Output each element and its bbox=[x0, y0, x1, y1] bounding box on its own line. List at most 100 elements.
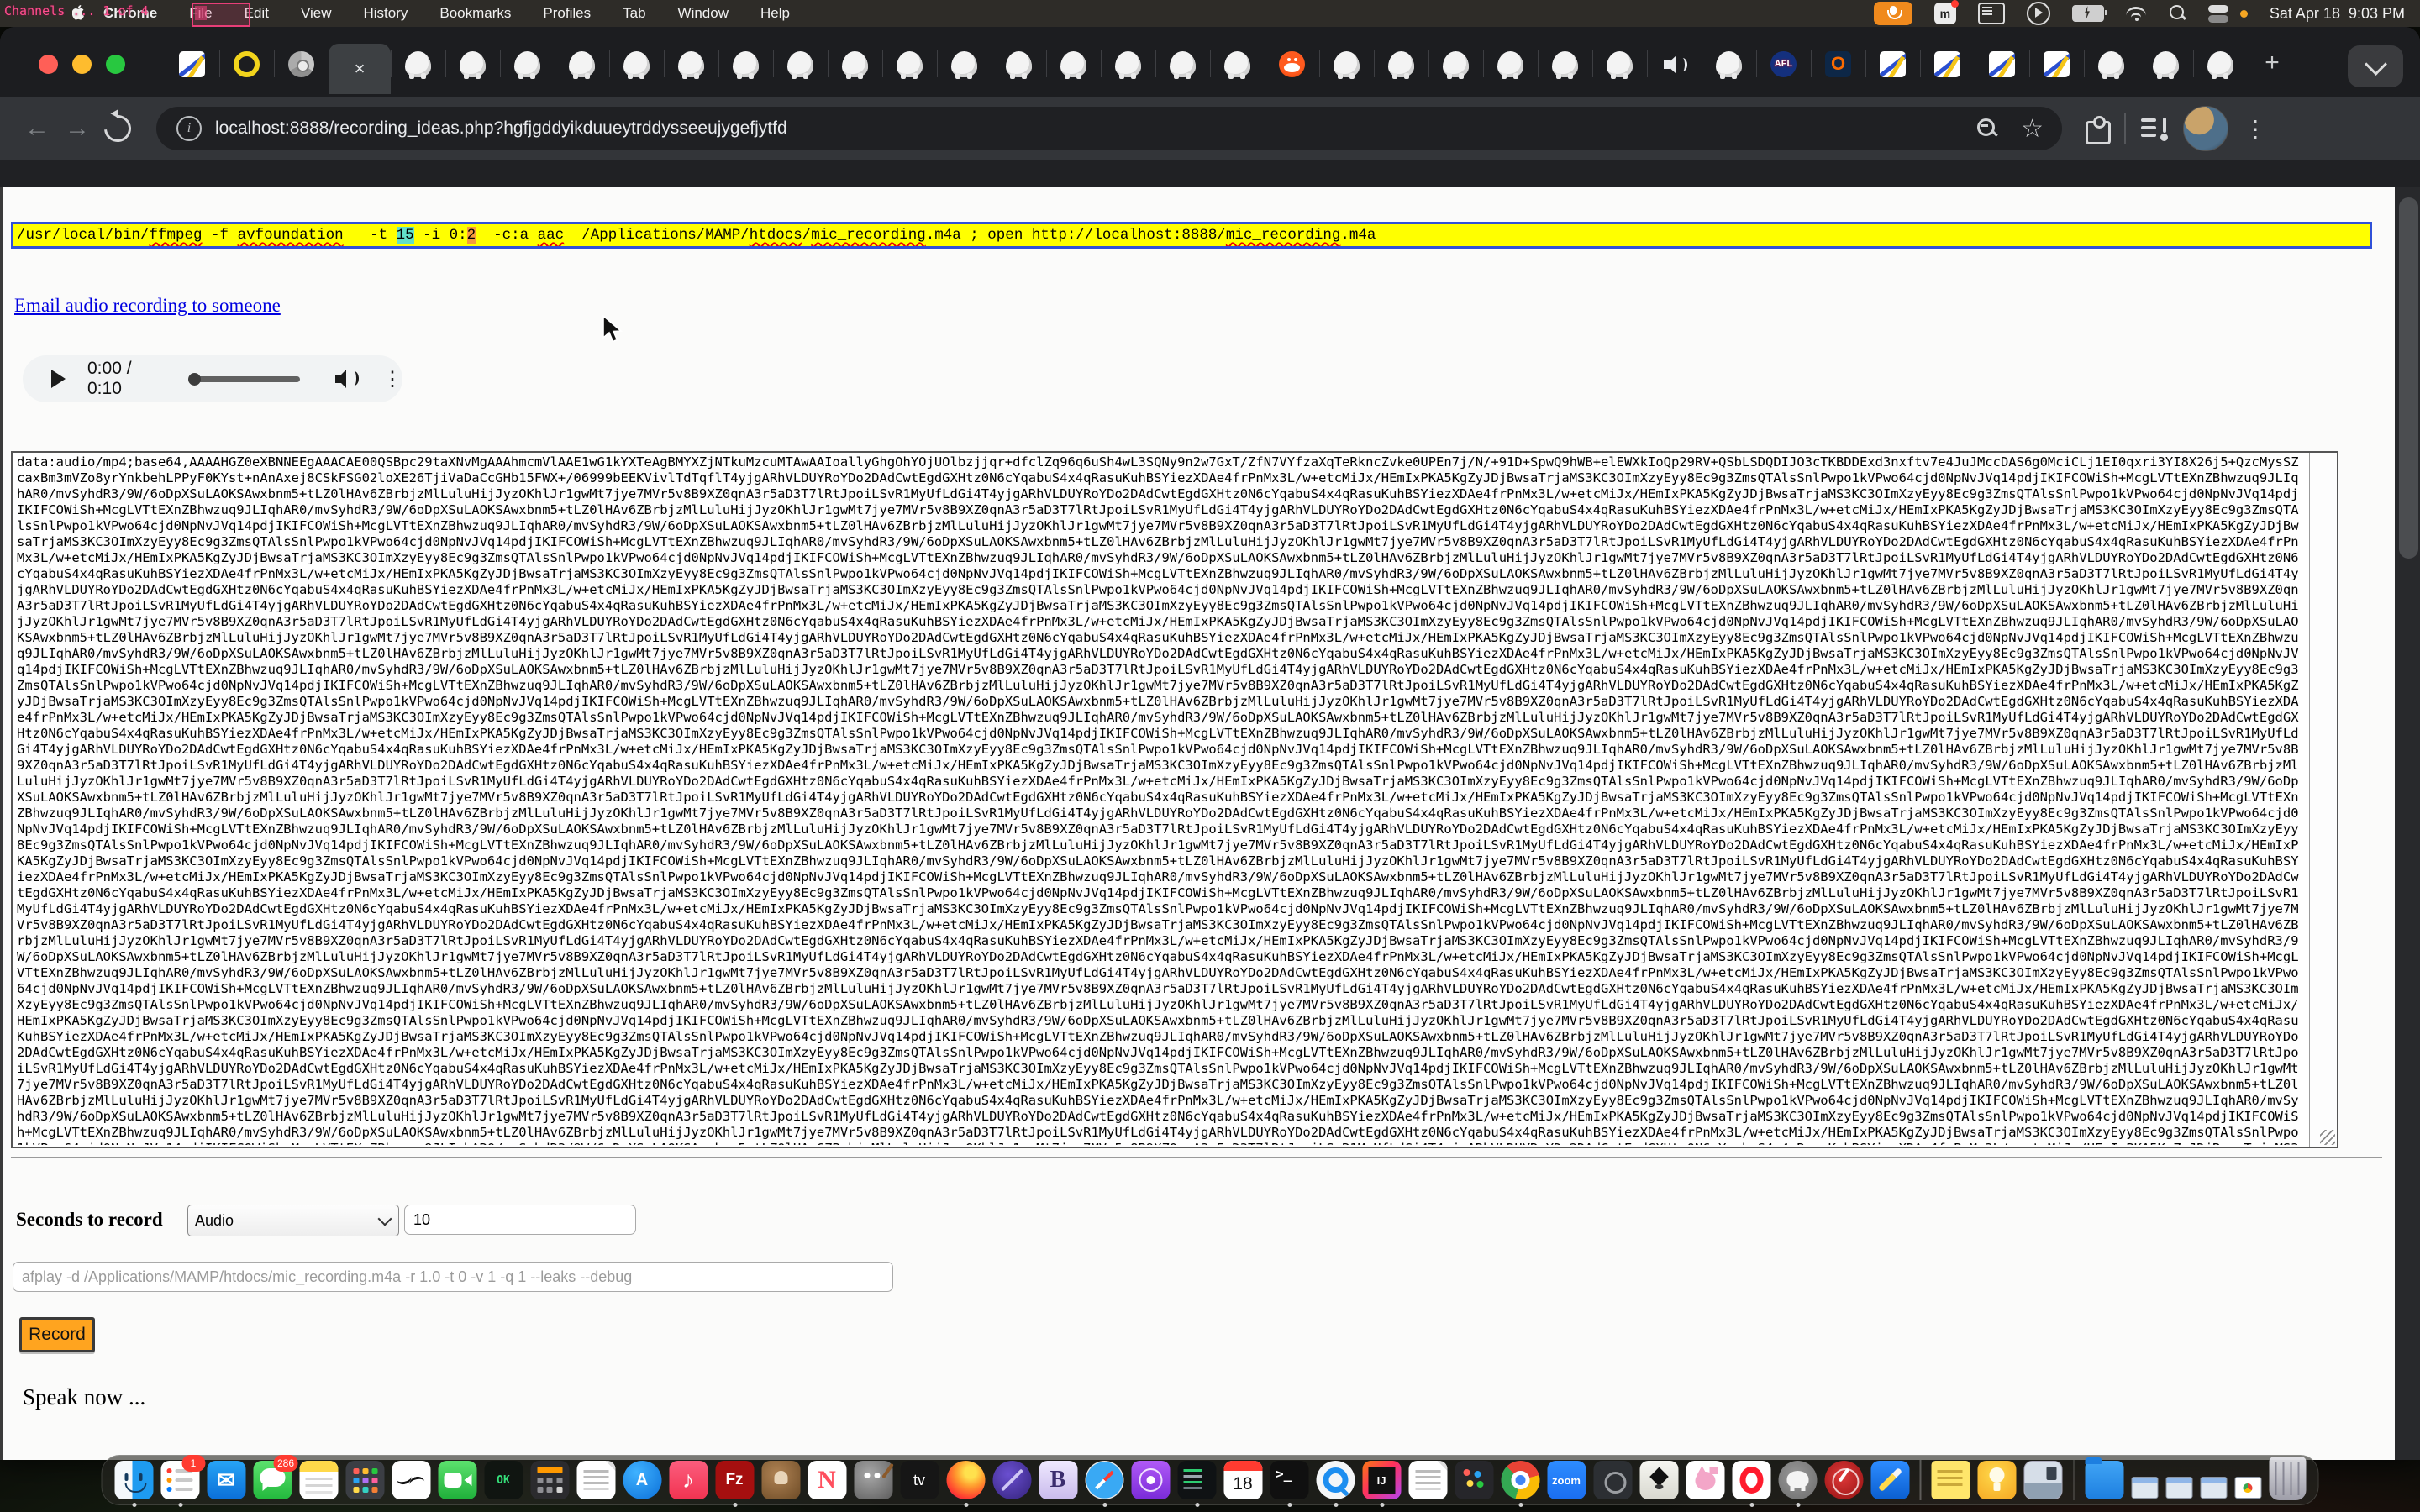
tab-mamp-6[interactable] bbox=[500, 39, 555, 89]
dock-ruler-app[interactable] bbox=[1870, 1461, 1909, 1499]
email-recording-link[interactable]: Email audio recording to someone bbox=[14, 295, 281, 317]
dock-terminal[interactable]: >_ bbox=[1270, 1461, 1308, 1499]
tab-afl-29[interactable]: AFL bbox=[1756, 39, 1811, 89]
dock-screenshot[interactable] bbox=[2024, 1461, 2063, 1499]
dock-music[interactable]: ♪ bbox=[669, 1461, 708, 1499]
dock-apple-tv[interactable]: tv bbox=[900, 1461, 939, 1499]
menu-item-bookmarks[interactable]: Bookmarks bbox=[424, 0, 527, 27]
seconds-input[interactable] bbox=[404, 1205, 636, 1235]
dock-textedit[interactable] bbox=[576, 1461, 615, 1499]
forward-button[interactable]: → bbox=[59, 110, 96, 147]
volume-icon[interactable] bbox=[335, 367, 360, 391]
menu-item-view[interactable]: View bbox=[285, 0, 348, 27]
dock-notes[interactable] bbox=[299, 1461, 338, 1499]
tab-mamp-22[interactable] bbox=[1374, 39, 1428, 89]
dock-grey-app[interactable] bbox=[1593, 1461, 1632, 1499]
url-text[interactable]: localhost:8888/recording_ideas.php?hgfjg… bbox=[215, 118, 1977, 139]
ffmpeg-command-input[interactable]: /usr/local/bin/ffmpeg -f avfoundation -t… bbox=[11, 222, 2372, 249]
tab-mamp-26[interactable] bbox=[1592, 39, 1647, 89]
dock-mamp[interactable] bbox=[1778, 1461, 1817, 1499]
tab-mamp-25[interactable] bbox=[1538, 39, 1592, 89]
dock-chrome[interactable] bbox=[1501, 1461, 1539, 1499]
dock-cat-app[interactable] bbox=[1686, 1461, 1724, 1499]
dock-mail[interactable]: ✉ bbox=[207, 1461, 245, 1499]
tab-mamp-21[interactable] bbox=[1319, 39, 1374, 89]
bookmark-star-icon[interactable]: ☆ bbox=[2021, 114, 2044, 144]
minimize-window-button[interactable] bbox=[72, 55, 92, 74]
tab-mamp-15[interactable] bbox=[992, 39, 1046, 89]
control-center-icon[interactable] bbox=[2208, 4, 2230, 23]
dock-downloads[interactable] bbox=[2085, 1461, 2123, 1499]
reload-button[interactable] bbox=[99, 110, 136, 147]
menu-item-help[interactable]: Help bbox=[744, 0, 806, 27]
dock-stickies[interactable] bbox=[1932, 1461, 1970, 1499]
dock-trash[interactable] bbox=[2269, 1457, 2306, 1500]
play-icon[interactable] bbox=[51, 370, 66, 388]
menu-item-profiles[interactable]: Profiles bbox=[527, 0, 607, 27]
profile-avatar[interactable] bbox=[2183, 106, 2228, 151]
tab-chart-33[interactable] bbox=[1975, 39, 2029, 89]
tab-operaO-30[interactable]: O bbox=[1811, 39, 1865, 89]
player-menu-icon[interactable]: ⋮ bbox=[382, 367, 402, 391]
tab-speaker-27[interactable] bbox=[1647, 39, 1702, 89]
afplay-command-input[interactable] bbox=[13, 1262, 893, 1292]
tab-mamp-24[interactable] bbox=[1483, 39, 1538, 89]
keyboard-windows-icon[interactable] bbox=[1978, 3, 2005, 24]
site-info-icon[interactable]: i bbox=[176, 116, 202, 141]
dock-app-store[interactable]: A bbox=[623, 1461, 661, 1499]
tab-mamp-19[interactable] bbox=[1210, 39, 1265, 89]
dock-news[interactable]: N bbox=[808, 1461, 846, 1499]
dock-calculator[interactable] bbox=[530, 1461, 569, 1499]
dock-minimized-window-2[interactable] bbox=[2165, 1477, 2192, 1499]
chrome-menu-icon[interactable]: ⋮ bbox=[2244, 115, 2267, 143]
media-type-select[interactable]: Audio bbox=[187, 1205, 399, 1236]
menu-item-tab[interactable]: Tab bbox=[607, 0, 661, 27]
dock-quicktime[interactable] bbox=[1316, 1461, 1355, 1499]
menu-item-history[interactable]: History bbox=[347, 0, 424, 27]
playback-menu-icon[interactable] bbox=[2027, 2, 2050, 25]
dock-gauge-app[interactable] bbox=[1824, 1461, 1863, 1499]
tab-mamp-4[interactable] bbox=[391, 39, 445, 89]
dock-bbedit[interactable]: B bbox=[1039, 1461, 1077, 1499]
dock-brown-app[interactable] bbox=[761, 1461, 800, 1499]
dock-firefox[interactable] bbox=[946, 1461, 985, 1499]
tab-mamp-12[interactable] bbox=[828, 39, 882, 89]
dock-safari[interactable] bbox=[1085, 1461, 1123, 1499]
dock-podcasts[interactable] bbox=[1131, 1461, 1170, 1499]
tab-chart-31[interactable] bbox=[1865, 39, 1920, 89]
dock-inkscape[interactable] bbox=[1639, 1461, 1678, 1499]
dock-minimized-window-3[interactable] bbox=[2200, 1477, 2227, 1499]
base64-textarea[interactable]: data:audio/mp4;base64,AAAAHGZ0eXBNNEEgAA… bbox=[11, 451, 2338, 1148]
tab-pinwheel-2[interactable] bbox=[274, 39, 329, 89]
dock-zoom[interactable]: zoom bbox=[1547, 1461, 1586, 1499]
tab-mamp-5[interactable] bbox=[445, 39, 500, 89]
tab-chart-34[interactable] bbox=[2029, 39, 2084, 89]
wifi-icon[interactable] bbox=[2126, 5, 2148, 22]
tab-mamp-13[interactable] bbox=[882, 39, 937, 89]
dock-launchpad[interactable] bbox=[345, 1461, 384, 1499]
back-button[interactable]: ← bbox=[18, 110, 55, 147]
tab-mamp-10[interactable] bbox=[718, 39, 773, 89]
dock-finder[interactable] bbox=[114, 1461, 153, 1499]
dock-opera[interactable] bbox=[1732, 1461, 1770, 1499]
new-tab-button[interactable]: + bbox=[2260, 51, 2285, 76]
tab-ring-1[interactable] bbox=[219, 39, 274, 89]
dock-gimp[interactable] bbox=[854, 1461, 892, 1499]
close-window-button[interactable] bbox=[39, 55, 58, 74]
tab-mamp-11[interactable] bbox=[773, 39, 828, 89]
extensions-icon[interactable] bbox=[2084, 116, 2109, 141]
dock-filezilla[interactable]: Fz bbox=[715, 1461, 754, 1499]
mic-in-use-indicator[interactable] bbox=[1874, 2, 1912, 25]
menubar-app-icon-mk[interactable]: m bbox=[1934, 3, 1956, 24]
address-bar[interactable]: i localhost:8888/recording_ideas.php?hgf… bbox=[156, 107, 2062, 150]
battery-icon[interactable] bbox=[2072, 5, 2104, 22]
dock-messages[interactable]: 286 bbox=[253, 1461, 292, 1499]
tab-close-icon[interactable]: × bbox=[355, 60, 366, 78]
tab-chart-0[interactable] bbox=[165, 39, 219, 89]
dock-minimized-window-1[interactable] bbox=[2131, 1477, 2158, 1499]
dock-purple-app[interactable] bbox=[992, 1461, 1031, 1499]
tab-mamp-16[interactable] bbox=[1046, 39, 1101, 89]
tab-search-button[interactable] bbox=[2348, 45, 2403, 87]
dock-palette-app[interactable] bbox=[1455, 1461, 1493, 1499]
audio-player[interactable]: 0:00 / 0:10 ⋮ bbox=[23, 355, 402, 402]
